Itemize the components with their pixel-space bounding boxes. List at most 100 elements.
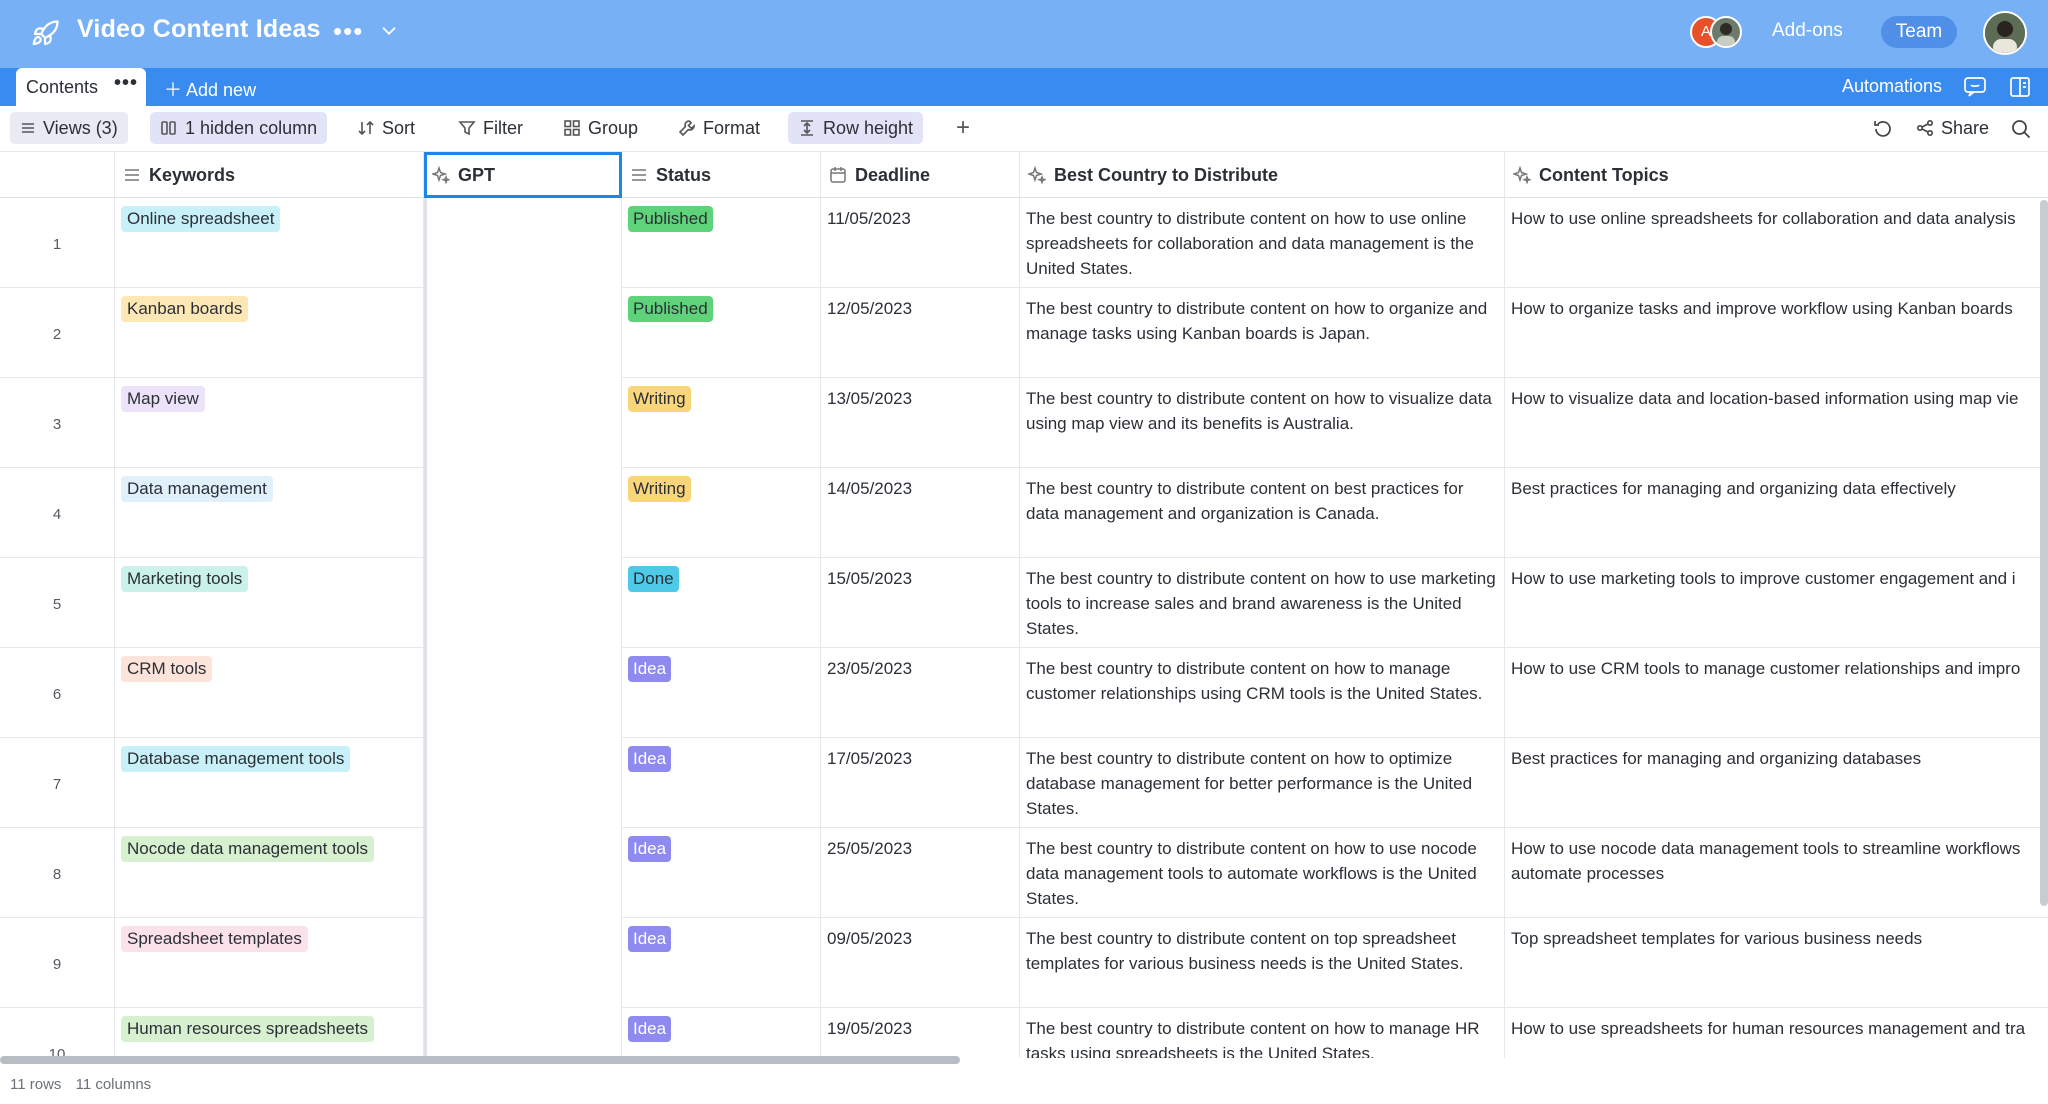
gpt-cell[interactable] — [424, 378, 622, 468]
keyword-cell[interactable]: Spreadsheet templates — [115, 918, 424, 1008]
side-panel-icon[interactable] — [2008, 75, 2032, 99]
column-header-status[interactable]: Status — [622, 152, 821, 198]
status-cell[interactable]: Idea — [622, 648, 821, 738]
automations-button[interactable]: Automations — [1842, 76, 1942, 97]
keyword-cell[interactable]: Online spreadsheet — [115, 198, 424, 288]
deadline-cell[interactable]: 15/05/2023 — [821, 558, 1020, 648]
rocket-icon[interactable] — [30, 19, 60, 49]
gpt-cell[interactable] — [424, 1008, 622, 1058]
status-cell[interactable]: Done — [622, 558, 821, 648]
tab-more-icon[interactable]: ••• — [114, 72, 138, 95]
topic-cell[interactable]: Top spreadsheet templates for various bu… — [1505, 918, 2048, 1008]
app-title[interactable]: Video Content Ideas — [77, 15, 321, 44]
deadline-cell[interactable]: 12/05/2023 — [821, 288, 1020, 378]
column-header-country[interactable]: Best Country to Distribute — [1020, 152, 1505, 198]
keyword-cell[interactable]: CRM tools — [115, 648, 424, 738]
country-cell[interactable]: The best country to distribute content o… — [1020, 1008, 1505, 1058]
search-icon[interactable] — [2010, 118, 2032, 140]
user-avatar[interactable] — [1983, 11, 2027, 55]
topic-cell[interactable]: Best practices for managing and organizi… — [1505, 468, 2048, 558]
topic-cell[interactable]: How to use marketing tools to improve cu… — [1505, 558, 2048, 648]
topic-cell[interactable]: How to use CRM tools to manage customer … — [1505, 648, 2048, 738]
deadline-cell[interactable]: 14/05/2023 — [821, 468, 1020, 558]
tab-contents[interactable]: Contents ••• — [16, 68, 146, 106]
table-row[interactable]: 5 Marketing tools Done 15/05/2023 The best c… — [0, 558, 2048, 648]
gpt-cell[interactable] — [424, 288, 622, 378]
add-view-option-button[interactable]: + — [946, 112, 980, 144]
keyword-cell[interactable]: Database management tools — [115, 738, 424, 828]
team-button[interactable]: Team — [1881, 16, 1957, 48]
country-cell[interactable]: The best country to distribute content o… — [1020, 918, 1505, 1008]
status-cell[interactable]: Published — [622, 288, 821, 378]
format-button[interactable]: Format — [668, 112, 770, 144]
sort-button[interactable]: Sort — [347, 112, 425, 144]
topic-cell[interactable]: How to use spreadsheets for human resour… — [1505, 1008, 2048, 1058]
gpt-cell[interactable] — [424, 198, 622, 288]
country-cell[interactable]: The best country to distribute content o… — [1020, 288, 1505, 378]
deadline-cell[interactable]: 23/05/2023 — [821, 648, 1020, 738]
horizontal-scrollbar[interactable] — [0, 1056, 960, 1064]
country-cell[interactable]: The best country to distribute content o… — [1020, 828, 1505, 918]
column-header-topics[interactable]: Content Topics — [1505, 152, 2048, 198]
column-header-keywords[interactable]: Keywords — [115, 152, 424, 198]
gpt-cell[interactable] — [424, 828, 622, 918]
views-button[interactable]: Views (3) — [10, 112, 128, 144]
table-row[interactable]: 9 Spreadsheet templates Idea 09/05/2023 The … — [0, 918, 2048, 1008]
status-cell[interactable]: Idea — [622, 1008, 821, 1058]
table-row[interactable]: 7 Database management tools Idea 17/05/2023… — [0, 738, 2048, 828]
hidden-column-button[interactable]: 1 hidden column — [150, 112, 328, 144]
deadline-cell[interactable]: 17/05/2023 — [821, 738, 1020, 828]
topic-cell[interactable]: How to use nocode data management tools … — [1505, 828, 2048, 918]
keyword-cell[interactable]: Kanban boards — [115, 288, 424, 378]
comment-icon[interactable] — [1963, 76, 1987, 98]
filter-button[interactable]: Filter — [448, 112, 533, 144]
gpt-cell[interactable] — [424, 558, 622, 648]
column-header-gpt[interactable]: GPT — [424, 152, 622, 198]
country-cell[interactable]: The best country to distribute content o… — [1020, 558, 1505, 648]
table-row[interactable]: 8 Nocode data management tools Idea 25/05/2… — [0, 828, 2048, 918]
topic-cell[interactable]: How to visualize data and location-based… — [1505, 378, 2048, 468]
table-row[interactable]: 10 Human resources spreadsheets Idea 19/05/… — [0, 1008, 2048, 1058]
deadline-cell[interactable]: 09/05/2023 — [821, 918, 1020, 1008]
deadline-cell[interactable]: 19/05/2023 — [821, 1008, 1020, 1058]
topic-cell[interactable]: How to use online spreadsheets for colla… — [1505, 198, 2048, 288]
group-button[interactable]: Group — [553, 112, 648, 144]
gpt-cell[interactable] — [424, 648, 622, 738]
status-cell[interactable]: Writing — [622, 378, 821, 468]
add-new-button[interactable]: ＋ Add new — [164, 76, 256, 102]
status-cell[interactable]: Writing — [622, 468, 821, 558]
table-row[interactable]: 1 Online spreadsheet Published 11/05/2023 Th… — [0, 198, 2048, 288]
title-more-icon[interactable]: ••• — [333, 16, 363, 47]
table-row[interactable]: 6 CRM tools Idea 23/05/2023 The best country… — [0, 648, 2048, 738]
keyword-cell[interactable]: Human resources spreadsheets — [115, 1008, 424, 1058]
share-button[interactable]: Share — [1906, 112, 1999, 144]
deadline-cell[interactable]: 13/05/2023 — [821, 378, 1020, 468]
row-height-button[interactable]: Row height — [788, 112, 924, 144]
gpt-cell[interactable] — [424, 918, 622, 1008]
deadline-cell[interactable]: 25/05/2023 — [821, 828, 1020, 918]
history-icon[interactable] — [1872, 118, 1894, 140]
keyword-cell[interactable]: Map view — [115, 378, 424, 468]
status-cell[interactable]: Idea — [622, 918, 821, 1008]
table-row[interactable]: 2 Kanban boards Published 12/05/2023 The bes… — [0, 288, 2048, 378]
gpt-cell[interactable] — [424, 468, 622, 558]
addons-link[interactable]: Add-ons — [1772, 20, 1843, 42]
chevron-down-icon[interactable] — [378, 20, 400, 42]
country-cell[interactable]: The best country to distribute content o… — [1020, 648, 1505, 738]
table-row[interactable]: 4 Data management Writing 14/05/2023 The bes… — [0, 468, 2048, 558]
country-cell[interactable]: The best country to distribute content o… — [1020, 738, 1505, 828]
country-cell[interactable]: The best country to distribute content o… — [1020, 468, 1505, 558]
keyword-cell[interactable]: Nocode data management tools — [115, 828, 424, 918]
topic-cell[interactable]: Best practices for managing and organizi… — [1505, 738, 2048, 828]
gpt-cell[interactable] — [424, 738, 622, 828]
status-cell[interactable]: Idea — [622, 828, 821, 918]
country-cell[interactable]: The best country to distribute content o… — [1020, 378, 1505, 468]
vertical-scrollbar[interactable] — [2040, 200, 2048, 906]
keyword-cell[interactable]: Marketing tools — [115, 558, 424, 648]
status-cell[interactable]: Published — [622, 198, 821, 288]
country-cell[interactable]: The best country to distribute content o… — [1020, 198, 1505, 288]
deadline-cell[interactable]: 11/05/2023 — [821, 198, 1020, 288]
keyword-cell[interactable]: Data management — [115, 468, 424, 558]
collaborator-avatars[interactable]: A — [1690, 16, 1746, 50]
topic-cell[interactable]: How to organize tasks and improve workfl… — [1505, 288, 2048, 378]
